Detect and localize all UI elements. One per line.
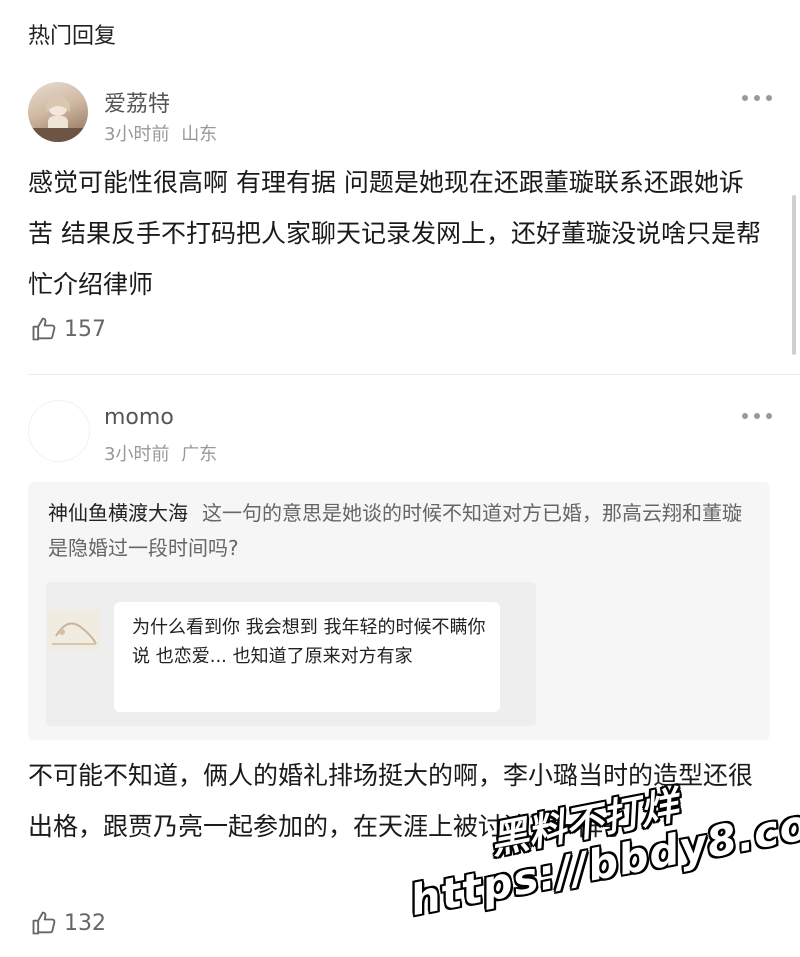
chat-avatar-icon bbox=[48, 610, 100, 650]
chat-bubble-text: 为什么看到你 我会想到 我年轻的时候不瞒你说 也恋爱... 也知道了原来对方有家 bbox=[132, 617, 486, 667]
like-count: 132 bbox=[64, 910, 106, 936]
chat-bubble: 为什么看到你 我会想到 我年轻的时候不瞒你说 也恋爱... 也知道了原来对方有家 bbox=[114, 602, 500, 712]
scrollbar[interactable] bbox=[792, 195, 796, 355]
comment-meta: 3小时前 广东 bbox=[104, 440, 217, 466]
quote-text: 神仙鱼横渡大海 这一句的意思是她谈的时候不知道对方已婚，那高云翔和董璇是隐婚过一段… bbox=[48, 496, 748, 566]
chat-screenshot[interactable]: 为什么看到你 我会想到 我年轻的时候不瞒你说 也恋爱... 也知道了原来对方有家 bbox=[46, 582, 536, 726]
username[interactable]: momo bbox=[104, 405, 174, 430]
thumbs-up-icon bbox=[32, 911, 56, 935]
comment-location: 广东 bbox=[181, 444, 218, 465]
quote-author[interactable]: 神仙鱼横渡大海 bbox=[48, 501, 188, 525]
comment-time: 3小时前 bbox=[104, 444, 170, 465]
more-options-icon[interactable] bbox=[742, 410, 772, 422]
quoted-reply[interactable]: 神仙鱼横渡大海 这一句的意思是她谈的时候不知道对方已婚，那高云翔和董璇是隐婚过一段… bbox=[28, 482, 770, 740]
avatar[interactable] bbox=[28, 400, 90, 462]
like-button[interactable]: 132 bbox=[30, 909, 106, 937]
